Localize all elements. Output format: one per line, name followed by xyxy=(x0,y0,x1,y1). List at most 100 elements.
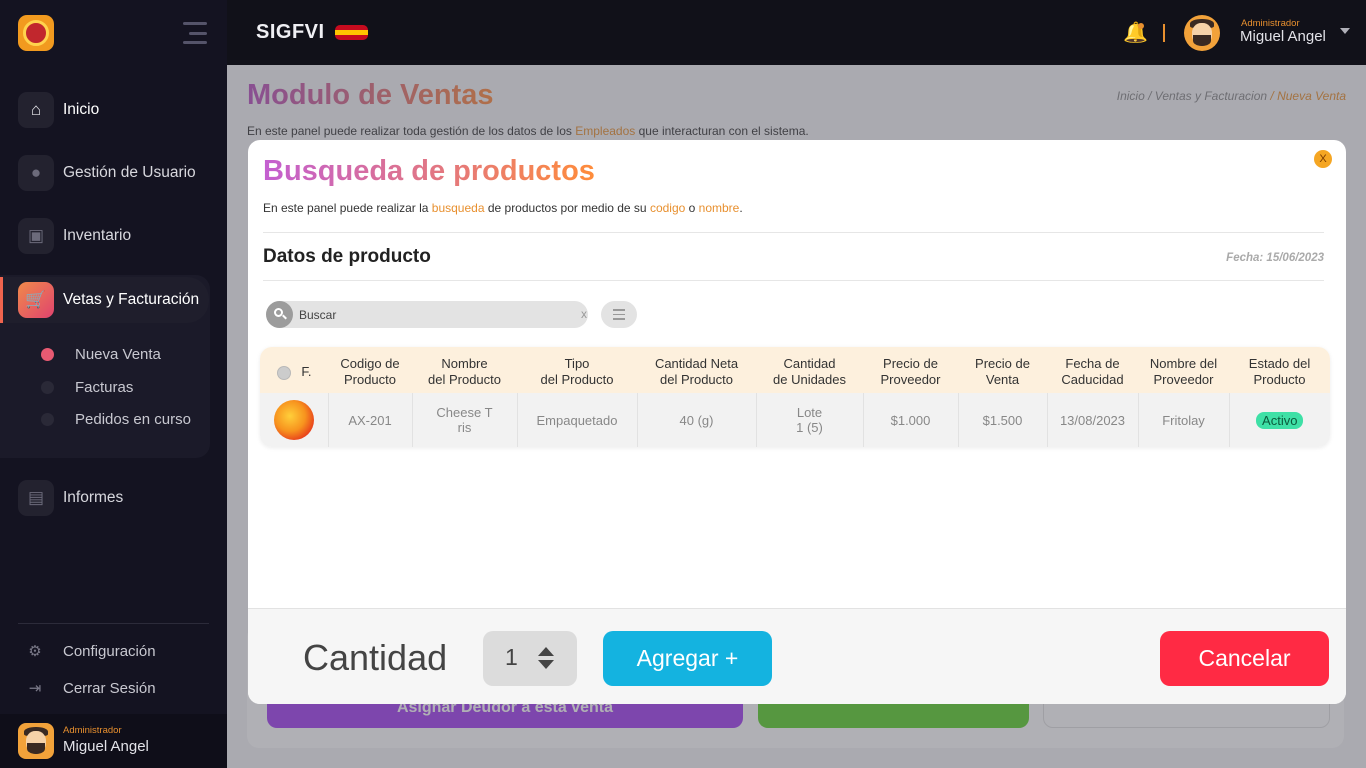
clear-search-button[interactable]: x xyxy=(581,307,587,321)
column-header-label: del Producto xyxy=(660,372,733,387)
add-button[interactable]: Agregar + xyxy=(603,631,772,686)
sidebar-subitem-facturas[interactable]: Facturas xyxy=(41,379,133,396)
divider xyxy=(18,623,209,624)
product-name: ris xyxy=(457,420,472,435)
chevron-up-icon[interactable] xyxy=(538,647,554,656)
sidebar-item-ventas[interactable]: 🛒 Vetas y Facturación xyxy=(18,282,199,318)
column-header-label: Tipo xyxy=(564,356,590,371)
search-input[interactable] xyxy=(299,301,549,328)
quantity-stepper[interactable]: 1 xyxy=(483,631,577,686)
product-units-cell: Lote 1 (5) xyxy=(755,393,863,447)
sidebar-subitem-label: Facturas xyxy=(75,379,134,396)
quantity-value[interactable]: 1 xyxy=(505,644,518,671)
modal-footer: Cantidad 1 Agregar + Cancelar xyxy=(248,608,1346,704)
column-header-label: Precio de xyxy=(975,356,1030,371)
column-header-label: Nombre del xyxy=(1149,356,1218,371)
quantity-label: Cantidad xyxy=(303,637,448,678)
modal-description-highlight: busqueda xyxy=(431,201,485,215)
modal-description-text: o xyxy=(685,201,699,215)
sidebar-subitem-pedidos[interactable]: Pedidos en curso xyxy=(41,411,191,428)
column-header-label: del Producto xyxy=(428,372,501,387)
search-handle xyxy=(282,314,287,320)
report-icon: ▤ xyxy=(18,480,54,516)
column-header[interactable]: Precio de Venta xyxy=(958,347,1047,393)
sidebar-item-label: Cerrar Sesión xyxy=(63,679,156,697)
product-code: AX-201 xyxy=(327,393,412,447)
app-logo[interactable] xyxy=(18,15,54,51)
sidebar-item-gestion-usuario[interactable]: ● Gestión de Usuario xyxy=(18,155,196,191)
column-header-label: Precio de xyxy=(883,356,938,371)
avatar xyxy=(18,723,54,759)
sidebar: ⌂ Inicio ● Gestión de Usuario ▣ Inventar… xyxy=(0,0,227,768)
product-expiry-date: 13/08/2023 xyxy=(1046,393,1138,447)
sidebar-item-cerrar-sesion[interactable]: ⇥ Cerrar Sesión xyxy=(26,679,156,698)
column-header-label: Nombre xyxy=(441,356,488,371)
close-button[interactable]: X xyxy=(1314,150,1332,168)
sidebar-item-configuracion[interactable]: ⚙ Configuración xyxy=(26,642,155,661)
product-image xyxy=(273,400,314,440)
table-row[interactable]: AX-201 Cheese Tris Empaquetado 40 (g) Lo… xyxy=(260,393,1330,447)
select-all-checkbox[interactable] xyxy=(276,365,291,380)
menu-toggle-icon[interactable] xyxy=(183,22,207,44)
top-bar: SIGFVI 🔔 Administrador Miguel Angel xyxy=(227,0,1366,65)
status-badge: Activo xyxy=(1256,411,1304,429)
cancel-button[interactable]: Cancelar xyxy=(1160,631,1329,686)
column-header[interactable]: Precio de Proveedor xyxy=(863,347,958,393)
column-header-label: Fecha de xyxy=(1065,356,1120,371)
chevron-down-icon[interactable] xyxy=(1340,28,1350,34)
column-header[interactable]: Cantidad Neta del Producto xyxy=(637,347,756,393)
column-header[interactable]: Cantidad de Unidades xyxy=(756,347,863,393)
product-photo-cell xyxy=(260,393,328,447)
product-supplier-price: $1.000 xyxy=(862,393,958,447)
sidebar-item-label: Gestión de Usuario xyxy=(63,164,196,181)
column-header[interactable]: Estado del Producto xyxy=(1229,347,1330,393)
sidebar-item-inicio[interactable]: ⌂ Inicio xyxy=(18,92,99,128)
menu-line xyxy=(189,31,207,35)
user-role: Administrador xyxy=(63,725,122,736)
modal-description-text: En este panel puede realizar la xyxy=(263,201,432,215)
filter-settings-icon[interactable] xyxy=(601,301,637,328)
column-header[interactable]: Codigo de Producto xyxy=(328,347,412,393)
sidebar-user-card[interactable]: Administrador Miguel Angel xyxy=(0,714,227,768)
sidebar-subitem-nueva-venta[interactable]: Nueva Venta xyxy=(41,346,161,363)
sidebar-item-informes[interactable]: ▤ Informes xyxy=(18,480,123,516)
column-header-label: Producto xyxy=(343,372,397,387)
search-icon[interactable] xyxy=(266,301,293,328)
search-bar: x xyxy=(266,301,588,328)
section-title: Datos de producto xyxy=(263,246,431,267)
column-header[interactable]: Nombre del Proveedor xyxy=(1138,347,1229,393)
divider xyxy=(263,232,1324,233)
column-header-label: del Producto xyxy=(540,372,614,387)
brand-name: SIGFVI xyxy=(256,21,325,43)
chevron-down-icon[interactable] xyxy=(538,660,554,669)
filter-line xyxy=(613,309,625,311)
home-icon: ⌂ xyxy=(18,92,54,128)
product-sale-price: $1.500 xyxy=(957,393,1047,447)
gear-icon: ⚙ xyxy=(28,643,42,660)
product-units: 1 (5) xyxy=(796,420,823,435)
menu-line xyxy=(183,41,207,44)
column-header[interactable]: Nombre del Producto xyxy=(412,347,517,393)
avatar[interactable] xyxy=(1184,15,1220,51)
column-header-label: Codigo de xyxy=(340,356,400,371)
cart-icon: 🛒 xyxy=(18,282,54,318)
sidebar-item-label: Inventario xyxy=(63,227,132,244)
divider xyxy=(1163,24,1165,42)
column-header-select: F. xyxy=(260,347,328,393)
modal-description-text: . xyxy=(739,201,743,215)
avatar-beard xyxy=(27,742,45,754)
column-header-label: F. xyxy=(301,364,312,379)
product-name-cell: Cheese Tris xyxy=(411,393,517,447)
product-units: Lote xyxy=(796,405,823,420)
column-header[interactable]: Fecha de Caducidad xyxy=(1047,347,1138,393)
flag-stripe xyxy=(335,35,368,40)
product-net-quantity: 40 (g) xyxy=(636,393,756,447)
column-header[interactable]: Tipo del Producto xyxy=(517,347,637,393)
product-type: Empaquetado xyxy=(516,393,637,447)
logout-icon: ⇥ xyxy=(28,680,42,697)
column-header-label: Cantidad Neta xyxy=(654,356,739,371)
bullet-icon xyxy=(41,381,54,394)
sidebar-item-inventario[interactable]: ▣ Inventario xyxy=(18,218,131,254)
user-name[interactable]: Miguel Angel xyxy=(1240,28,1326,45)
date-label: Fecha: 15/06/2023 xyxy=(1226,252,1324,264)
